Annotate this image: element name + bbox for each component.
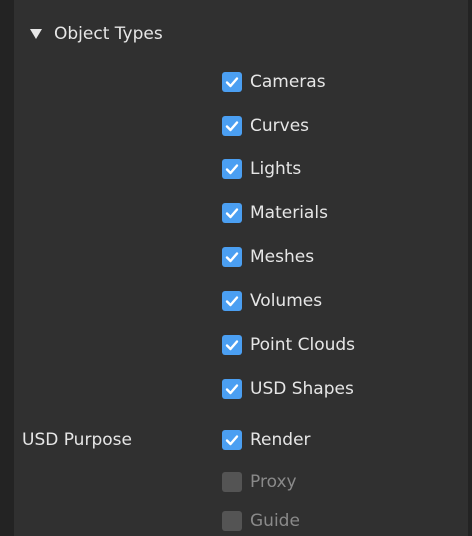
section-title: Object Types — [54, 24, 163, 44]
panel-right-border — [468, 0, 472, 536]
checkbox-guide[interactable]: Guide — [222, 507, 300, 535]
checkbox-checked-icon[interactable] — [222, 430, 242, 450]
checkbox-materials[interactable]: Materials — [222, 199, 328, 227]
checkbox-render[interactable]: Render — [222, 426, 311, 454]
checkbox-checked-icon[interactable] — [222, 335, 242, 355]
checkbox-checked-icon[interactable] — [222, 159, 242, 179]
usd-purpose-label: USD Purpose — [22, 430, 132, 450]
checkbox-label: Curves — [250, 116, 310, 136]
checkbox-meshes[interactable]: Meshes — [222, 243, 314, 271]
checkbox-checked-icon[interactable] — [222, 72, 242, 92]
checkbox-label: Proxy — [250, 472, 297, 492]
triangle-down-icon — [30, 29, 42, 39]
checkbox-label: Guide — [250, 511, 300, 531]
panel-left-border — [0, 0, 14, 536]
checkbox-lights[interactable]: Lights — [222, 155, 301, 183]
checkbox-checked-icon[interactable] — [222, 291, 242, 311]
checkbox-unchecked-icon[interactable] — [222, 511, 242, 531]
checkbox-label: USD Shapes — [250, 379, 354, 399]
checkbox-label: Meshes — [250, 247, 315, 267]
checkbox-label: Cameras — [250, 72, 326, 92]
checkbox-checked-icon[interactable] — [222, 247, 242, 267]
checkbox-curves[interactable]: Curves — [222, 112, 309, 140]
checkbox-cameras[interactable]: Cameras — [222, 68, 326, 96]
checkbox-usd-shapes[interactable]: USD Shapes — [222, 375, 354, 403]
checkbox-point-clouds[interactable]: Point Clouds — [222, 331, 355, 359]
checkbox-label: Point Clouds — [250, 335, 356, 355]
checkbox-checked-icon[interactable] — [222, 116, 242, 136]
checkbox-proxy[interactable]: Proxy — [222, 468, 297, 496]
checkbox-label: Lights — [250, 159, 302, 179]
checkbox-volumes[interactable]: Volumes — [222, 287, 322, 315]
checkbox-label: Materials — [250, 203, 328, 223]
object-types-header[interactable]: Object Types — [30, 20, 163, 48]
checkbox-checked-icon[interactable] — [222, 379, 242, 399]
checkbox-unchecked-icon[interactable] — [222, 472, 242, 492]
checkbox-label: Volumes — [250, 291, 323, 311]
checkbox-checked-icon[interactable] — [222, 203, 242, 223]
checkbox-label: Render — [250, 430, 311, 450]
